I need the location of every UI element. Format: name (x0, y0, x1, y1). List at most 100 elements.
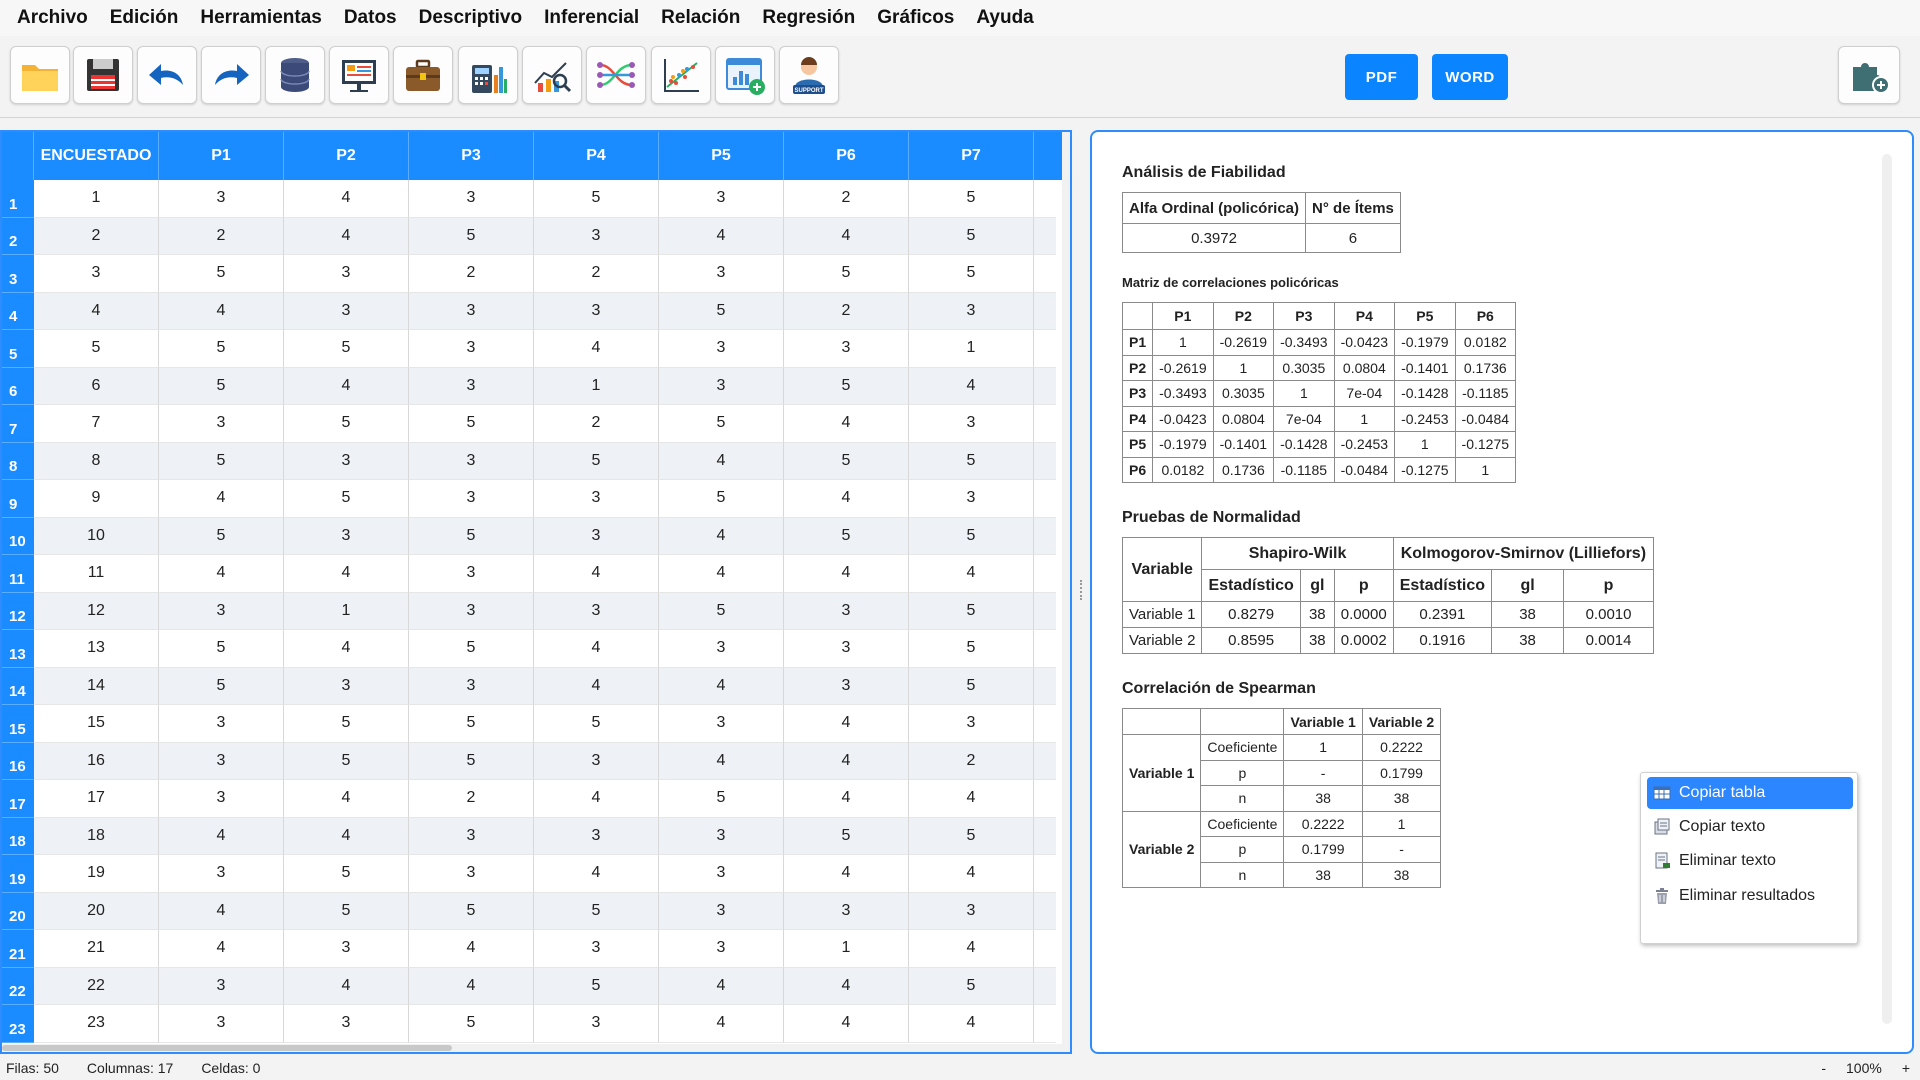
grid-cell[interactable]: 3 (909, 405, 1034, 443)
grid-cell[interactable]: 4 (659, 1005, 784, 1043)
grid-cell[interactable]: 4 (784, 555, 909, 593)
menu-regresion[interactable]: Regresión (751, 7, 866, 29)
grid-cell-overflow[interactable] (1034, 817, 1056, 855)
grid-cell[interactable]: 3 (784, 630, 909, 668)
grid-cell[interactable]: 4 (284, 780, 409, 818)
context-menu-item[interactable]: Copiar tabla (1647, 777, 1853, 809)
grid-cell[interactable]: 5 (909, 180, 1034, 218)
row-number[interactable]: 1 (2, 180, 34, 218)
grid-cell-overflow[interactable] (1034, 555, 1056, 593)
grid-cell[interactable]: 3 (659, 817, 784, 855)
grid-cell-overflow[interactable] (1034, 217, 1056, 255)
grid-cell-overflow[interactable] (1034, 892, 1056, 930)
grid-cell[interactable]: 3 (534, 217, 659, 255)
grid-cell[interactable]: 3 (784, 592, 909, 630)
grid-cell[interactable]: 5 (284, 705, 409, 743)
grid-cell[interactable]: 4 (159, 480, 284, 518)
grid-cell-overflow[interactable] (1034, 780, 1056, 818)
grid-cell[interactable]: 5 (659, 480, 784, 518)
grid-cell-overflow[interactable] (1034, 517, 1056, 555)
grid-cell[interactable]: 4 (784, 780, 909, 818)
grid-cell[interactable]: 4 (784, 480, 909, 518)
grid-cell[interactable]: 3 (159, 855, 284, 893)
grid-cell[interactable]: 3 (659, 892, 784, 930)
grid-cell[interactable]: 5 (909, 442, 1034, 480)
grid-cell[interactable]: 1 (784, 930, 909, 968)
grid-cell[interactable]: 5 (659, 780, 784, 818)
grid-cell[interactable]: 5 (659, 405, 784, 443)
calculator-button[interactable] (458, 46, 518, 104)
column-header-p6[interactable]: P6 (784, 132, 909, 180)
row-number[interactable]: 9 (2, 480, 34, 518)
panel-splitter[interactable] (1080, 580, 1084, 600)
grid-cell[interactable]: 5 (159, 255, 284, 293)
grid-cell[interactable]: 4 (284, 180, 409, 218)
context-menu-item[interactable]: Copiar texto (1647, 811, 1853, 843)
row-number[interactable]: 17 (2, 780, 34, 818)
grid-cell[interactable]: 5 (909, 630, 1034, 668)
grid-cell[interactable]: 3 (159, 780, 284, 818)
grid-cell[interactable]: 4 (159, 555, 284, 593)
grid-cell[interactable]: 3 (659, 367, 784, 405)
grid-cell[interactable]: 3 (284, 930, 409, 968)
column-header-p4[interactable]: P4 (534, 132, 659, 180)
grid-cell[interactable]: 2 (409, 255, 534, 293)
data-grid[interactable]: ENCUESTADO P1 P2 P3 P4 P5 P6 P7 113435325222453… (0, 130, 1072, 1054)
row-number[interactable]: 5 (2, 330, 34, 368)
row-number[interactable]: 20 (2, 892, 34, 930)
zoom-in-button[interactable]: + (1902, 1060, 1910, 1076)
save-button[interactable] (73, 46, 133, 104)
grid-cell[interactable]: 4 (284, 555, 409, 593)
grid-cell[interactable]: 2 (34, 217, 159, 255)
grid-cell[interactable]: 3 (409, 555, 534, 593)
grid-cell[interactable]: 2 (409, 780, 534, 818)
grid-cell[interactable]: 4 (409, 930, 534, 968)
grid-cell[interactable]: 4 (534, 780, 659, 818)
grid-cell[interactable]: 5 (534, 442, 659, 480)
grid-cell[interactable]: 3 (409, 480, 534, 518)
grid-cell[interactable]: 5 (409, 1005, 534, 1043)
grid-cell[interactable]: 5 (284, 855, 409, 893)
grid-cell[interactable]: 3 (409, 180, 534, 218)
grid-cell[interactable]: 5 (534, 180, 659, 218)
grid-cell[interactable]: 4 (284, 367, 409, 405)
network-button[interactable] (586, 46, 646, 104)
grid-cell[interactable]: 1 (284, 592, 409, 630)
grid-cell[interactable]: 3 (784, 667, 909, 705)
grid-cell[interactable]: 5 (784, 442, 909, 480)
export-word-button[interactable]: WORD (1432, 54, 1508, 100)
grid-cell[interactable]: 3 (159, 967, 284, 1005)
row-number[interactable]: 11 (2, 555, 34, 593)
briefcase-button[interactable] (393, 46, 453, 104)
grid-cell[interactable]: 19 (34, 855, 159, 893)
grid-cell[interactable]: 2 (534, 405, 659, 443)
grid-vertical-scrollbar[interactable] (1062, 132, 1070, 1052)
grid-cell[interactable]: 5 (784, 255, 909, 293)
grid-cell[interactable]: 5 (409, 217, 534, 255)
grid-cell-overflow[interactable] (1034, 405, 1056, 443)
grid-cell[interactable]: 3 (534, 480, 659, 518)
grid-cell[interactable]: 5 (659, 292, 784, 330)
grid-cell[interactable]: 3 (534, 817, 659, 855)
grid-cell[interactable]: 2 (784, 180, 909, 218)
grid-cell[interactable]: 5 (159, 517, 284, 555)
grid-cell[interactable]: 3 (409, 817, 534, 855)
open-file-button[interactable] (10, 46, 70, 104)
grid-cell[interactable]: 5 (909, 667, 1034, 705)
grid-cell[interactable]: 3 (659, 855, 784, 893)
grid-cell[interactable]: 3 (659, 255, 784, 293)
grid-cell[interactable]: 1 (534, 367, 659, 405)
grid-cell[interactable]: 3 (284, 255, 409, 293)
grid-cell[interactable]: 3 (409, 330, 534, 368)
grid-cell[interactable]: 5 (784, 517, 909, 555)
grid-cell[interactable]: 5 (534, 705, 659, 743)
column-header-p3[interactable]: P3 (409, 132, 534, 180)
grid-cell[interactable]: 3 (284, 1005, 409, 1043)
grid-cell[interactable]: 4 (659, 217, 784, 255)
grid-cell[interactable]: 5 (909, 967, 1034, 1005)
zoom-out-button[interactable]: - (1821, 1060, 1826, 1076)
grid-cell[interactable]: 5 (534, 892, 659, 930)
grid-cell-overflow[interactable] (1034, 742, 1056, 780)
grid-cell[interactable]: 4 (534, 855, 659, 893)
grid-cell[interactable]: 4 (659, 555, 784, 593)
